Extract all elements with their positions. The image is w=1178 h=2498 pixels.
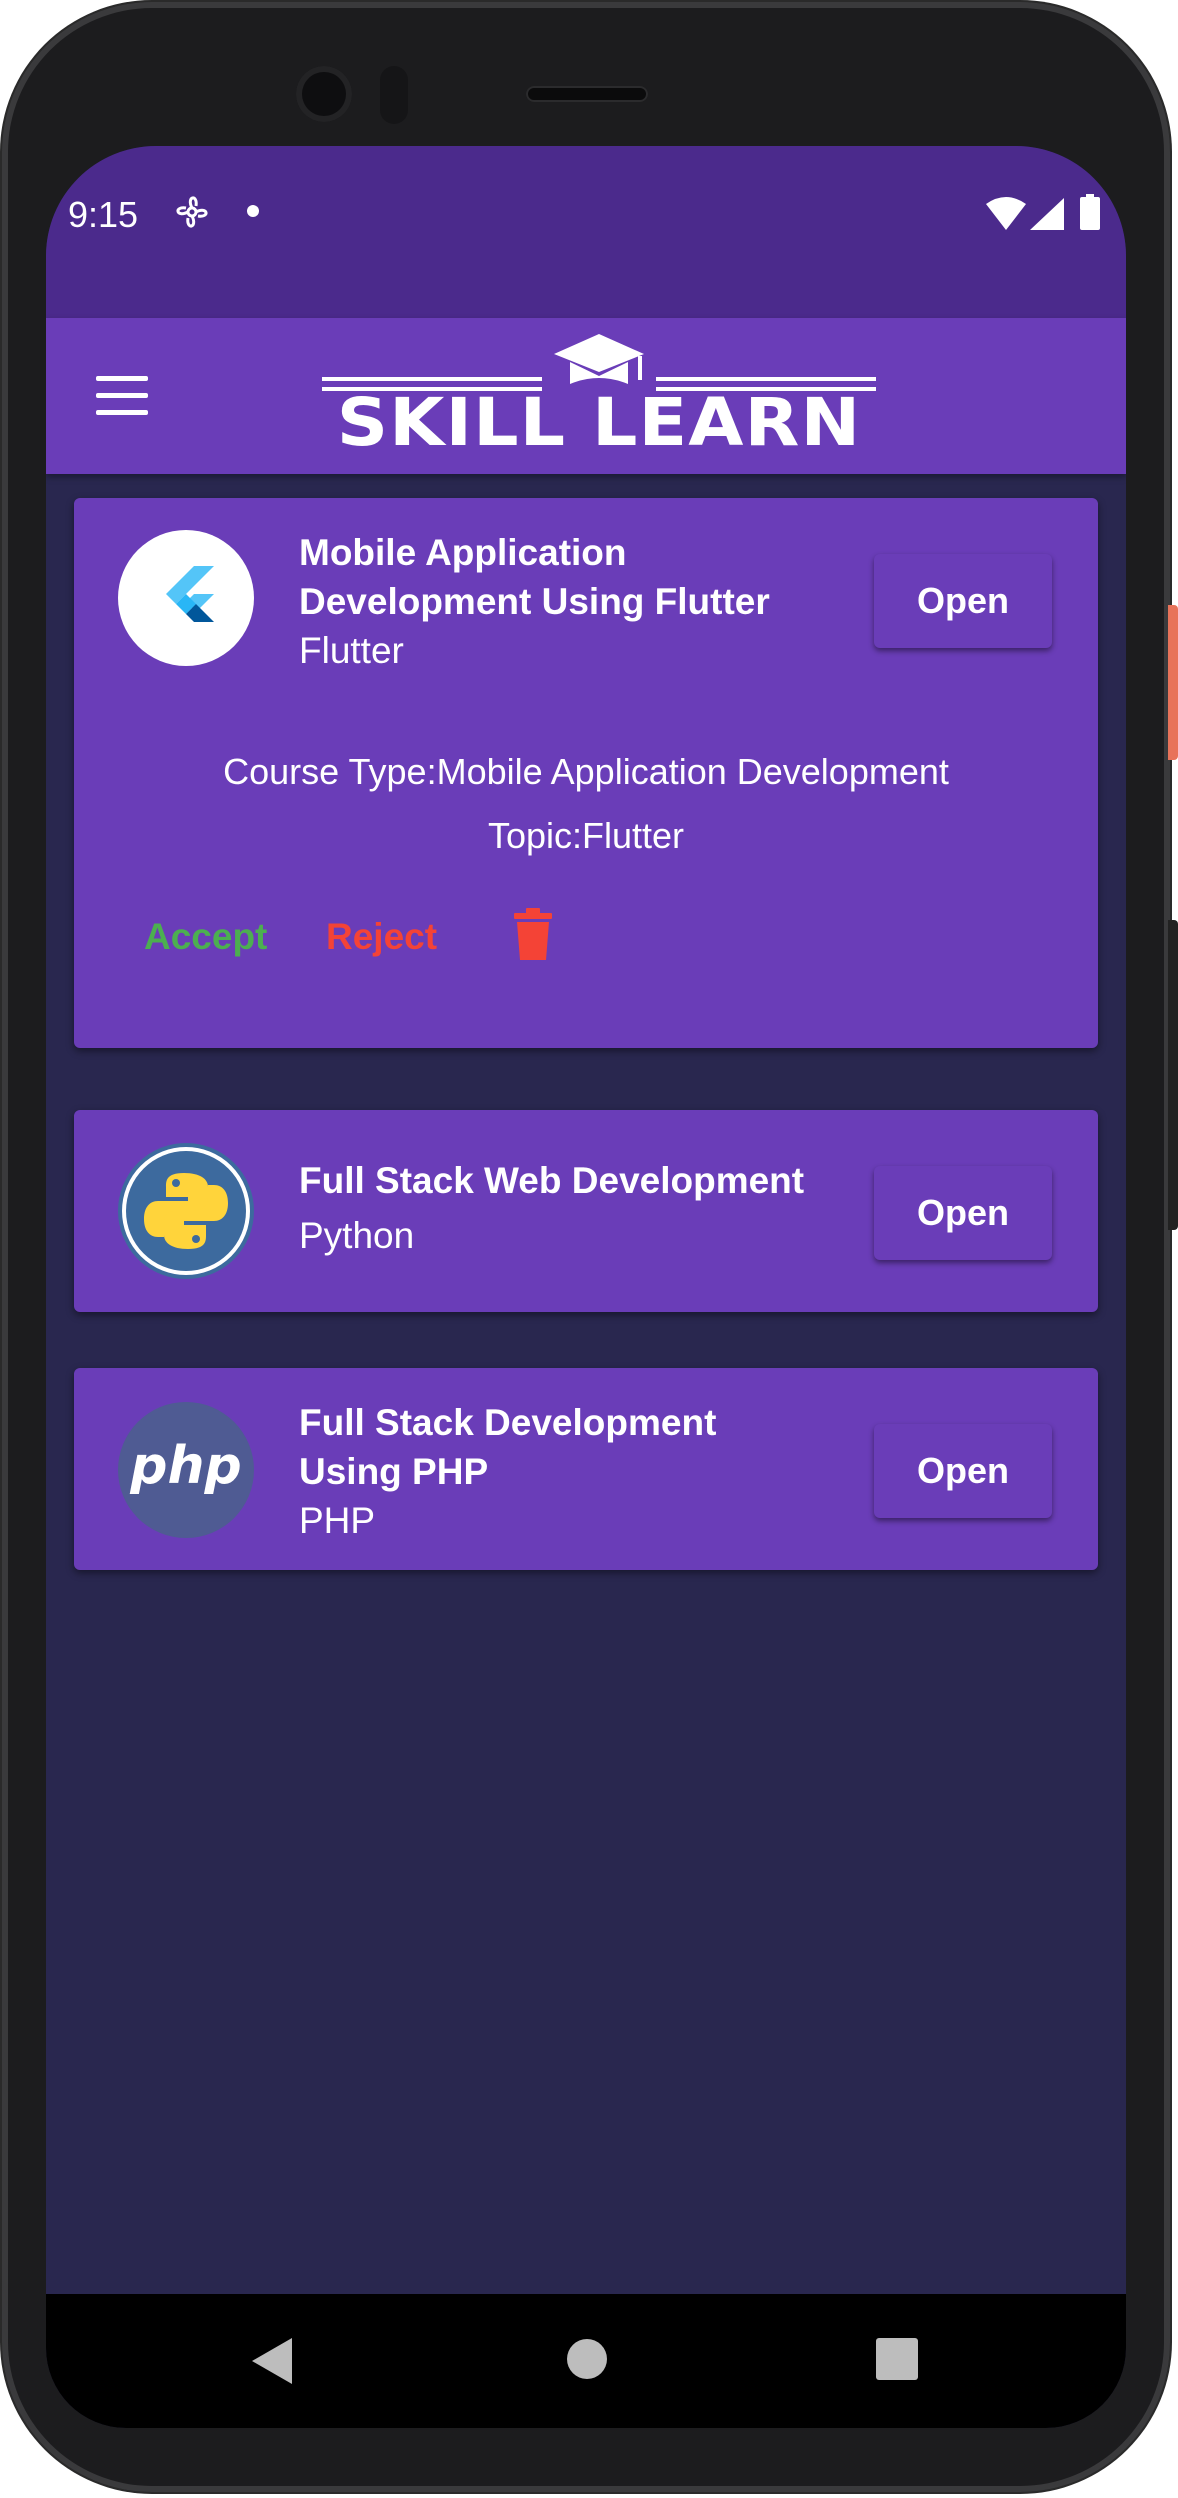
hamburger-menu-icon[interactable]: [96, 376, 148, 416]
proximity-sensor: [380, 66, 408, 124]
course-subtitle: Python: [299, 1215, 415, 1256]
open-button[interactable]: Open: [874, 1424, 1052, 1518]
course-title-line2: Development Using Flutter: [299, 581, 770, 622]
accept-button[interactable]: Accept: [144, 916, 267, 958]
signal-icon: [1030, 198, 1064, 235]
course-title-line1: Mobile Application: [299, 532, 627, 573]
course-title: Full Stack Web Development: [299, 1160, 805, 1201]
course-subtitle: PHP: [299, 1500, 376, 1541]
notification-dot-icon: [246, 204, 260, 223]
course-title: Mobile Application Development Using Flu…: [299, 528, 839, 626]
course-type: Course Type:Mobile Application Developme…: [223, 751, 949, 792]
power-button: [1168, 605, 1178, 760]
reject-button[interactable]: Reject: [326, 916, 437, 958]
back-icon[interactable]: [252, 2338, 292, 2389]
course-title-line1: Full Stack Development: [299, 1402, 717, 1443]
fan-icon: [172, 192, 212, 237]
course-topic: Topic:Flutter: [487, 815, 685, 856]
wifi-icon: [986, 196, 1026, 235]
front-camera: [296, 66, 352, 122]
status-time: 9:15: [68, 194, 139, 235]
home-icon[interactable]: [566, 2338, 608, 2385]
course-subtitle: Flutter: [299, 630, 404, 671]
course-title: Full Stack Development Using PHP: [299, 1398, 839, 1496]
open-button[interactable]: Open: [874, 554, 1052, 648]
php-logo-text: php: [130, 1436, 242, 1496]
recents-icon[interactable]: [876, 2338, 918, 2385]
app-logo: SKILL LEARN: [322, 332, 876, 458]
status-bar: 9:15: [46, 146, 1126, 318]
battery-icon: [1080, 194, 1100, 235]
app-logo-text: SKILL LEARN: [336, 384, 862, 461]
app-bar: SKILL LEARN: [46, 318, 1126, 474]
trash-icon[interactable]: [514, 908, 552, 965]
volume-button: [1168, 920, 1178, 1230]
course-title-line2: Using PHP: [299, 1451, 489, 1492]
course-card[interactable]: php Full Stack Development Using PHP PHP…: [74, 1368, 1098, 1570]
course-card[interactable]: Full Stack Web Development Python Open: [74, 1110, 1098, 1312]
flutter-logo-icon: [118, 530, 254, 666]
open-button[interactable]: Open: [874, 1166, 1052, 1260]
earpiece-speaker: [526, 86, 648, 102]
php-logo-icon: php: [118, 1402, 254, 1538]
navigation-bar: [46, 2294, 1126, 2428]
screen: 9:15 SKILL LEARN Mobile Application Deve…: [46, 146, 1126, 2428]
python-logo-icon: [118, 1143, 254, 1279]
course-card[interactable]: Mobile Application Development Using Flu…: [74, 498, 1098, 1048]
